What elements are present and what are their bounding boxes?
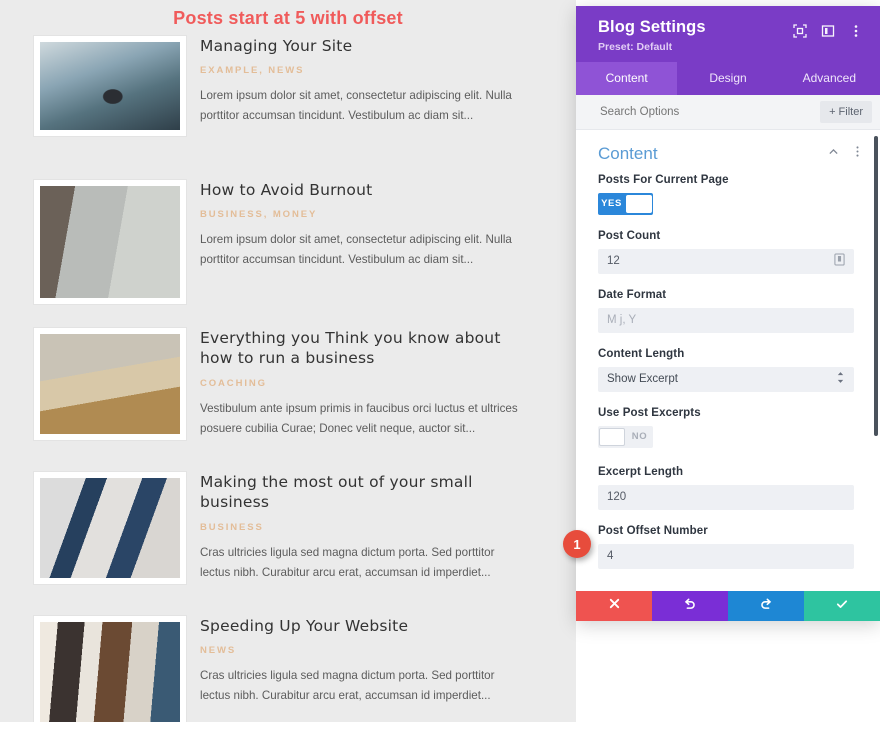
blog-post-item[interactable]: How to Avoid Burnout BUSINESS, MONEY Lor…	[0, 174, 576, 304]
panel-scrollbar[interactable]	[874, 135, 878, 436]
post-count-input[interactable]: 12	[598, 248, 854, 274]
post-thumbnail-wrap	[0, 616, 186, 722]
post-excerpt: Vestibulum ante ipsum primis in faucibus…	[200, 401, 518, 435]
post-title[interactable]: Making the most out of your small busine…	[200, 472, 536, 513]
layout-columns-icon[interactable]	[820, 23, 836, 39]
step-marker-badge: 1	[563, 530, 591, 558]
post-excerpt: Lorem ipsum dolor sit amet, consectetur …	[200, 89, 512, 123]
chevron-up-icon[interactable]	[827, 145, 840, 163]
content-section-header: Content	[576, 130, 880, 174]
redo-button[interactable]	[728, 591, 804, 621]
post-categories[interactable]: COACHING	[200, 378, 536, 389]
undo-arrow-icon	[683, 597, 697, 616]
field-post-offset-number: Post Offset Number 4	[576, 525, 880, 569]
post-body: How to Avoid Burnout BUSINESS, MONEY Lor…	[154, 180, 576, 304]
post-categories[interactable]: BUSINESS	[200, 522, 536, 533]
date-format-input[interactable]: M j, Y	[598, 307, 854, 333]
field-label: Post Offset Number	[598, 524, 708, 537]
save-button[interactable]	[804, 591, 880, 621]
panel-header-icons	[792, 17, 864, 39]
section-header-icons	[827, 145, 864, 163]
post-thumbnail-wrap	[0, 36, 186, 156]
preset-selector[interactable]: Preset: Default	[598, 41, 706, 53]
post-thumbnail-wrap	[0, 328, 186, 448]
blog-post-item[interactable]: Managing Your Site EXAMPLE, NEWS Lorem i…	[0, 30, 576, 156]
toggle-knob	[626, 194, 652, 213]
section-title: Content	[598, 143, 658, 163]
input-placeholder: M j, Y	[607, 314, 637, 327]
kebab-menu-icon[interactable]	[851, 145, 864, 163]
blog-post-item[interactable]: Making the most out of your small busine…	[0, 466, 576, 592]
field-content-length: Content Length Show Excerpt	[576, 348, 880, 392]
posts-for-current-page-toggle[interactable]: YES	[598, 192, 653, 215]
field-post-count: Post Count 12	[576, 230, 880, 274]
checkmark-icon	[835, 597, 849, 616]
select-value: Show Excerpt	[607, 373, 678, 386]
post-excerpt: Cras ultricies ligula sed magna dictum p…	[200, 545, 495, 579]
post-title[interactable]: Speeding Up Your Website	[200, 616, 536, 636]
post-title[interactable]: How to Avoid Burnout	[200, 180, 536, 200]
post-thumbnail-wrap	[0, 180, 186, 304]
responsive-mobile-icon[interactable]	[834, 253, 845, 269]
post-thumbnail-wrap	[0, 472, 186, 592]
blog-post-item[interactable]: Speeding Up Your Website NEWS Cras ultri…	[0, 610, 576, 722]
kebab-menu-icon[interactable]	[848, 23, 864, 39]
panel-tabs: Content Design Advanced	[576, 61, 880, 95]
input-value: 12	[607, 255, 620, 268]
field-excerpt-length: Excerpt Length 120	[576, 466, 880, 510]
post-body: Everything you Think you know about how …	[154, 328, 576, 448]
field-label: Posts For Current Page	[598, 173, 729, 186]
field-label: Date Format	[598, 288, 667, 301]
tab-content[interactable]: Content	[576, 61, 678, 95]
post-offset-number-input[interactable]: 4	[598, 543, 854, 569]
panel-header: Blog Settings Preset: Default	[576, 6, 880, 62]
field-label: Use Post Excerpts	[598, 406, 701, 419]
use-post-excerpts-toggle[interactable]: NO	[598, 425, 653, 448]
toggle-label: YES	[601, 198, 622, 210]
toggle-knob	[599, 427, 625, 446]
annotation-banner: Posts start at 5 with offset	[173, 8, 403, 28]
blog-settings-panel: Blog Settings Preset: Default Content De…	[576, 6, 880, 621]
redo-arrow-icon	[759, 597, 773, 616]
blog-post-list: Managing Your Site EXAMPLE, NEWS Lorem i…	[0, 30, 576, 722]
search-input[interactable]	[598, 104, 821, 119]
panel-footer	[576, 591, 880, 621]
field-posts-for-current-page: Posts For Current Page YES	[576, 174, 880, 215]
post-excerpt: Lorem ipsum dolor sit amet, consectetur …	[200, 233, 512, 267]
post-title[interactable]: Everything you Think you know about how …	[200, 328, 536, 369]
excerpt-length-input[interactable]: 120	[598, 484, 854, 510]
search-row: + Filter	[576, 94, 880, 130]
close-button[interactable]	[576, 591, 652, 621]
blog-preview-area: Posts start at 5 with offset Managing Yo…	[0, 0, 576, 722]
field-date-format: Date Format M j, Y	[576, 289, 880, 333]
post-body: Speeding Up Your Website NEWS Cras ultri…	[154, 616, 576, 722]
field-label: Excerpt Length	[598, 465, 684, 478]
field-label: Post Count	[598, 229, 661, 242]
field-label: Content Length	[598, 347, 685, 360]
settings-scroll-area: Content Posts For Current Page YES Post …	[576, 129, 880, 591]
input-value: 120	[607, 491, 627, 504]
post-categories[interactable]: NEWS	[200, 645, 536, 656]
post-body: Managing Your Site EXAMPLE, NEWS Lorem i…	[154, 36, 576, 156]
filter-button[interactable]: + Filter	[820, 100, 872, 123]
post-title[interactable]: Managing Your Site	[200, 36, 536, 56]
undo-button[interactable]	[652, 591, 728, 621]
field-use-post-excerpts: Use Post Excerpts NO	[576, 407, 880, 451]
page-title: Blog Settings	[598, 18, 706, 36]
panel-header-titles: Blog Settings Preset: Default	[598, 17, 706, 53]
tab-advanced[interactable]: Advanced	[779, 62, 880, 95]
post-excerpt: Cras ultricies ligula sed magna dictum p…	[200, 669, 495, 703]
input-value: 4	[607, 550, 614, 563]
post-body: Making the most out of your small busine…	[154, 472, 576, 592]
toggle-label: NO	[631, 431, 648, 443]
post-categories[interactable]: BUSINESS, MONEY	[200, 209, 536, 220]
fullscreen-icon[interactable]	[792, 23, 808, 39]
content-length-select[interactable]: Show Excerpt	[598, 366, 854, 392]
blog-post-item[interactable]: Everything you Think you know about how …	[0, 322, 576, 448]
select-updown-icon	[836, 371, 845, 387]
post-categories[interactable]: EXAMPLE, NEWS	[200, 65, 536, 76]
close-x-icon	[608, 597, 621, 615]
tab-design[interactable]: Design	[677, 62, 778, 95]
